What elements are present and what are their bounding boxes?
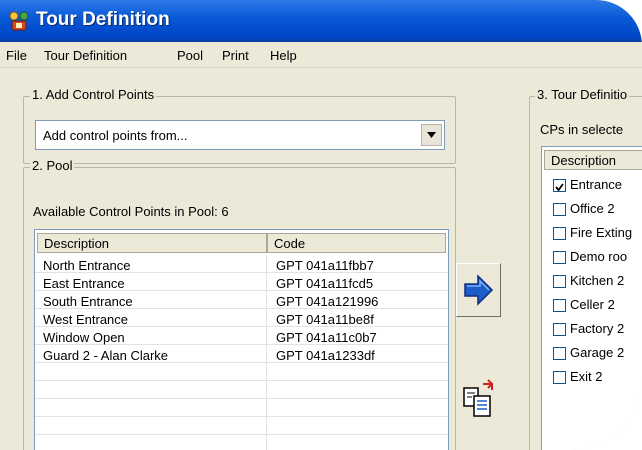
title-bar[interactable]: Tour Definition <box>0 0 642 42</box>
menu-tour-definition[interactable]: Tour Definition <box>44 48 127 63</box>
checkbox-icon[interactable] <box>553 323 566 336</box>
column-description[interactable]: Description <box>37 233 267 253</box>
dropdown-value: Add control points from... <box>43 128 188 143</box>
table-row-description[interactable]: Window Open <box>43 330 125 345</box>
checkbox-icon[interactable] <box>553 203 566 216</box>
pool-count-text: Available Control Points in Pool: 6 <box>33 204 229 219</box>
menu-help[interactable]: Help <box>270 48 297 63</box>
table-row-description[interactable]: West Entrance <box>43 312 128 327</box>
tour-app-icon <box>9 11 29 31</box>
checkbox-icon[interactable] <box>553 227 566 240</box>
chevron-down-icon <box>427 132 436 138</box>
cps-selected-label: CPs in selecte <box>540 122 624 137</box>
table-row-code[interactable]: GPT 041a11be8f <box>276 312 374 327</box>
menu-bar: File Tour Definition Pool Print Help <box>0 43 642 68</box>
add-control-points-dropdown[interactable]: Add control points from... <box>35 120 445 150</box>
column-divider <box>266 254 267 450</box>
checkbox-icon[interactable] <box>553 251 566 264</box>
table-row-code[interactable]: GPT 041a11fbb7 <box>276 258 374 273</box>
add-to-tour-button[interactable] <box>456 263 501 317</box>
dropdown-button[interactable] <box>421 124 442 146</box>
table-row-code[interactable]: GPT 041a121996 <box>276 294 378 309</box>
checkbox-icon[interactable] <box>553 179 566 192</box>
tour-item-label: Celler 2 <box>570 297 615 312</box>
tour-item-label: Kitchen 2 <box>570 273 625 288</box>
menu-pool[interactable]: Pool <box>177 48 203 63</box>
checkbox-icon[interactable] <box>553 275 566 288</box>
table-row-description[interactable]: East Entrance <box>43 276 125 291</box>
column-code[interactable]: Code <box>267 233 446 253</box>
checkbox-icon[interactable] <box>553 347 566 360</box>
checkbox-icon[interactable] <box>553 371 566 384</box>
tour-item-label: Demo roo <box>570 249 628 264</box>
copy-documents-icon <box>463 379 493 417</box>
table-row-description[interactable]: North Entrance <box>43 258 130 273</box>
tour-cp-list[interactable]: Description Entrance Office 2 Fire Extin… <box>541 146 642 450</box>
table-row-description[interactable]: Guard 2 - Alan Clarke <box>43 348 168 363</box>
copy-documents-button[interactable] <box>456 376 501 426</box>
tour-definition-label: 3. Tour Definitio <box>535 87 630 102</box>
table-row-description[interactable]: South Entrance <box>43 294 133 309</box>
arrow-right-icon <box>464 274 494 306</box>
pool-label: 2. Pool <box>30 158 75 173</box>
table-row-code[interactable]: GPT 041a11fcd5 <box>276 276 373 291</box>
check-mark-icon <box>555 183 564 192</box>
window-title: Tour Definition <box>36 9 170 30</box>
tour-item-label: Garage 2 <box>570 345 625 360</box>
tour-definition-window: Tour Definition File Tour Definition Poo… <box>0 0 642 450</box>
tour-item-label: Factory 2 <box>570 321 625 336</box>
table-row-code[interactable]: GPT 041a11c0b7 <box>276 330 377 345</box>
tour-item-label: Office 2 <box>570 201 615 216</box>
pool-list[interactable]: Description Code North Entrance GPT 041a… <box>34 229 449 450</box>
tour-item-label: Fire Exting <box>570 225 633 240</box>
table-row-code[interactable]: GPT 041a1233df <box>276 348 375 363</box>
tour-item-label: Entrance <box>570 177 623 192</box>
tour-item-label: Exit 2 <box>570 369 603 384</box>
checkbox-icon[interactable] <box>553 299 566 312</box>
menu-file[interactable]: File <box>6 48 27 63</box>
column-description[interactable]: Description <box>544 150 642 170</box>
add-control-points-label: 1. Add Control Points <box>30 87 157 102</box>
menu-print[interactable]: Print <box>222 48 249 63</box>
